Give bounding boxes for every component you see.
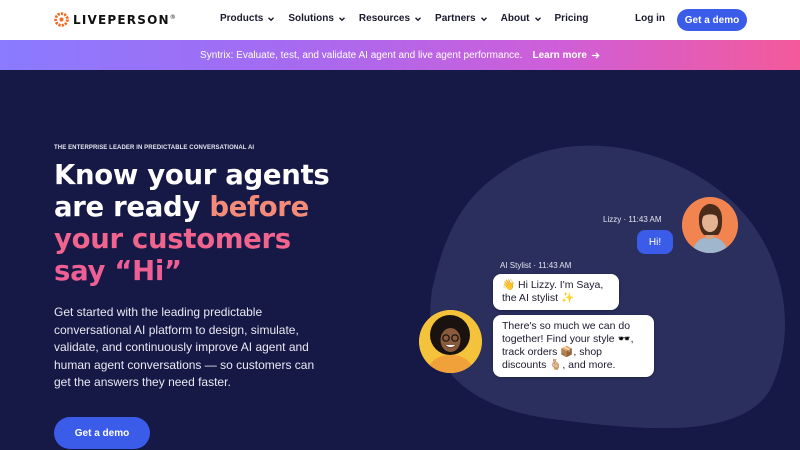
chevron-down-icon — [534, 16, 541, 21]
user-avatar — [682, 197, 738, 253]
liveperson-logo[interactable]: LIVEPERSON® — [54, 12, 176, 27]
chevron-down-icon — [415, 16, 422, 21]
headline-line-3: your customers — [54, 223, 291, 255]
bot-message-bubble-2: There's so much we can do together! Find… — [493, 315, 654, 377]
announcement-banner: Syntrix: Evaluate, test, and validate AI… — [0, 40, 800, 70]
site-header: LIVEPERSON® Products Solutions Resources… — [0, 0, 800, 40]
chevron-down-icon — [480, 16, 487, 21]
hero-eyebrow: THE ENTERPRISE LEADER IN PREDICTABLE CON… — [54, 145, 255, 151]
get-demo-header-button[interactable]: Get a demo — [677, 9, 747, 31]
nav-products[interactable]: Products — [220, 13, 276, 24]
chevron-down-icon — [268, 16, 275, 21]
hero-headline: Know your agents are ready before your c… — [54, 159, 330, 287]
learn-more-link[interactable]: Learn more — [532, 50, 600, 61]
liveperson-logo-icon — [54, 12, 69, 27]
nav-partners[interactable]: Partners — [435, 13, 489, 24]
hero-section: THE ENTERPRISE LEADER IN PREDICTABLE CON… — [0, 70, 800, 450]
user-message-bubble: Hi! — [637, 230, 673, 254]
user-message-meta: Lizzy · 11:43 AM — [603, 215, 662, 224]
arrow-right-icon — [591, 51, 600, 59]
headline-line-2: are ready before — [54, 191, 309, 223]
bot-message-bubble-1: 👋 Hi Lizzy. I'm Saya, the AI stylist ✨ — [493, 274, 619, 310]
headline-line-1: Know your agents — [54, 159, 330, 191]
ai-stylist-avatar — [419, 310, 482, 373]
user-avatar-illustration — [682, 197, 738, 253]
hero-subcopy: Get started with the leading predictable… — [54, 305, 315, 389]
logo-text: LIVEPERSON® — [73, 12, 176, 27]
nav-pricing[interactable]: Pricing — [555, 13, 589, 24]
banner-text: Syntrix: Evaluate, test, and validate AI… — [200, 49, 523, 61]
bot-message-meta: AI Stylist · 11:43 AM — [500, 261, 572, 270]
headline-line-4: say “Hi” — [54, 255, 182, 287]
chevron-down-icon — [338, 16, 345, 21]
ai-stylist-avatar-illustration — [419, 310, 482, 373]
get-demo-hero-button[interactable]: Get a demo — [54, 417, 150, 449]
main-nav: Products Solutions Resources Partners Ab… — [220, 13, 588, 24]
login-link[interactable]: Log in — [635, 13, 665, 24]
nav-about[interactable]: About — [501, 13, 543, 24]
nav-resources[interactable]: Resources — [359, 13, 423, 24]
nav-solutions[interactable]: Solutions — [288, 13, 347, 24]
